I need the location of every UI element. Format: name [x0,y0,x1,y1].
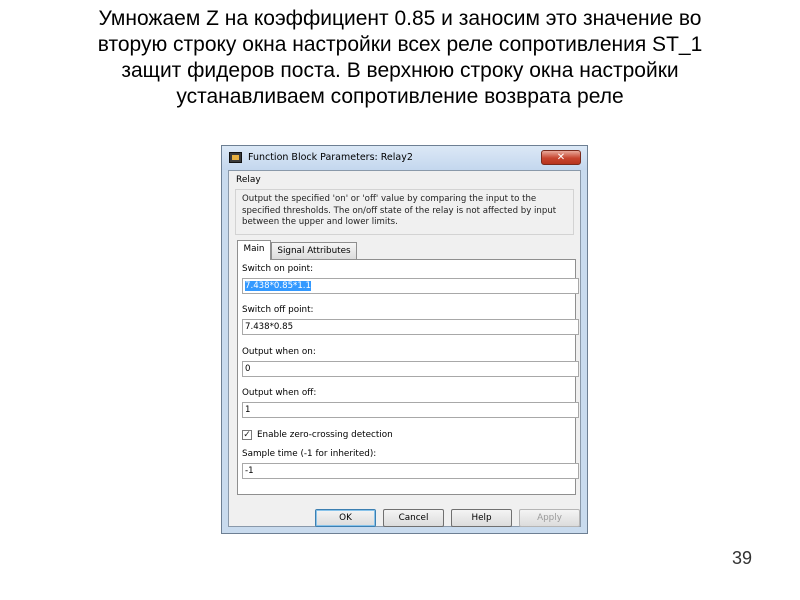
title-bar[interactable]: Function Block Parameters: Relay2 ✕ [222,146,587,170]
output-when-on-input[interactable]: 0 [242,361,579,377]
tab-main[interactable]: Main [237,240,271,260]
block-description: Output the specified 'on' or 'off' value… [235,189,574,235]
sample-time-input[interactable]: -1 [242,463,579,479]
output-when-off-value: 1 [245,405,251,415]
switch-off-point-label: Switch off point: [242,305,314,315]
close-button[interactable]: ✕ [541,150,581,165]
main-tab-panel: Switch on point: 7.438*0.85*1.1 Switch o… [237,259,579,495]
switch-on-point-value: 7.438*0.85*1.1 [245,281,311,291]
block-name: Relay [236,175,261,185]
heading-line: устанавливаем сопротивление возврата рел… [176,85,624,108]
heading-line: Умножаем Z на коэффициент 0.85 и заносим… [98,7,702,30]
output-when-on-label: Output when on: [242,347,316,357]
output-when-off-input[interactable]: 1 [242,402,579,418]
function-block-parameters-dialog: Function Block Parameters: Relay2 ✕ Rela… [221,145,588,534]
tab-signal-attributes[interactable]: Signal Attributes [271,242,357,259]
output-when-off-label: Output when off: [242,388,317,398]
output-when-on-value: 0 [245,364,251,374]
sample-time-value: -1 [245,466,254,476]
sample-time-label: Sample time (-1 for inherited): [242,449,377,459]
help-button[interactable]: Help [451,509,512,527]
switch-on-point-label: Switch on point: [242,264,314,274]
switch-off-point-input[interactable]: 7.438*0.85 [242,319,579,335]
simulink-block-icon [229,152,242,163]
cancel-button[interactable]: Cancel [383,509,444,527]
close-icon: ✕ [556,152,566,163]
ok-button[interactable]: OK [315,509,376,527]
heading-line: защит фидеров поста. В верхнюю строку ок… [121,59,679,82]
window-title: Function Block Parameters: Relay2 [248,152,413,163]
switch-on-point-input[interactable]: 7.438*0.85*1.1 [242,278,579,294]
heading-line: вторую строку окна настройки всех реле с… [97,33,703,56]
page-number: 39 [731,548,752,568]
block-description-group: Relay Output the specified 'on' or 'off'… [233,173,576,241]
apply-button[interactable]: Apply [519,509,580,527]
zero-crossing-label: Enable zero-crossing detection [257,430,393,440]
zero-crossing-checkbox[interactable]: ✓ [242,430,252,440]
slide-heading: Умножаем Z на коэффициент 0.85 и заносим… [40,6,760,110]
switch-off-point-value: 7.438*0.85 [245,322,294,332]
dialog-body: Relay Output the specified 'on' or 'off'… [228,170,581,527]
checkmark-icon: ✓ [243,430,251,440]
